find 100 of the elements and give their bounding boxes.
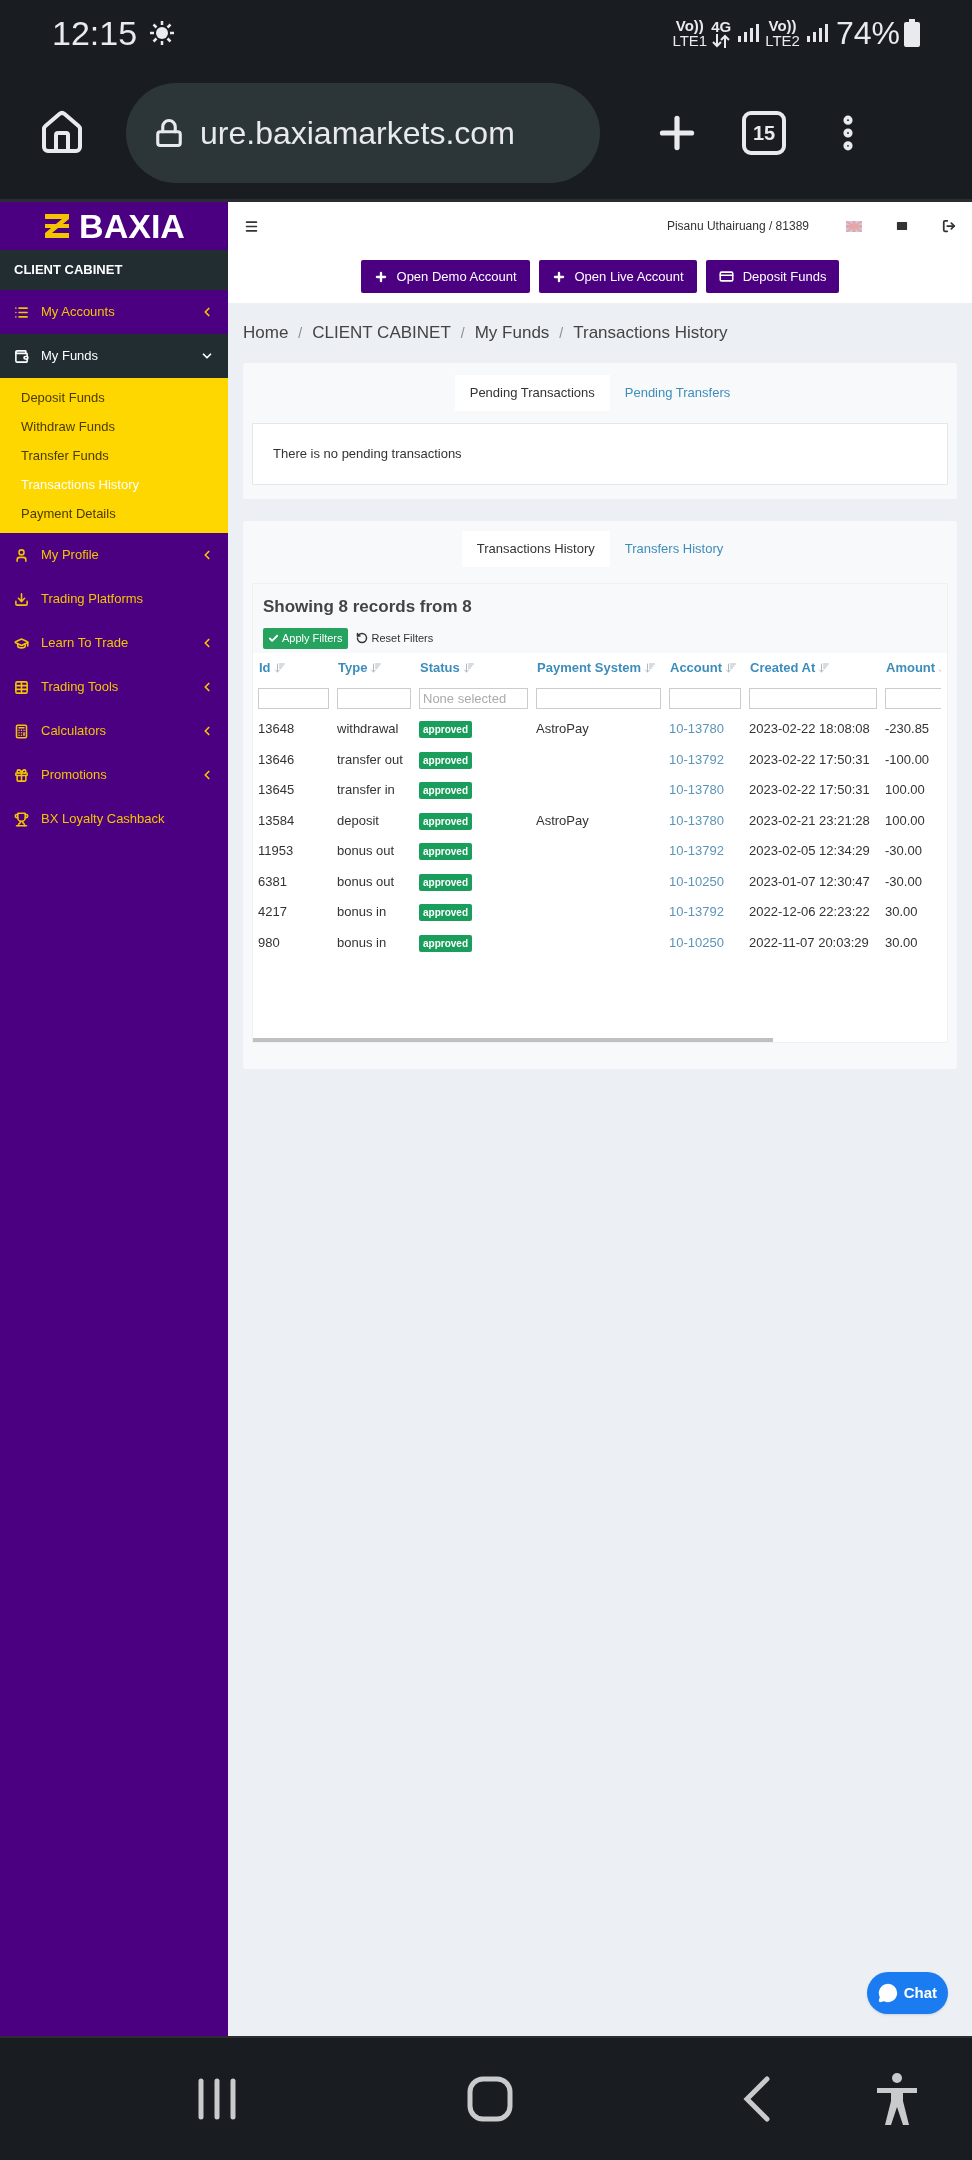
sidebar-item[interactable]: Calculators	[0, 709, 228, 753]
sort-icon[interactable]	[370, 662, 383, 674]
table-cell: transfer out	[337, 751, 403, 767]
table-cell: -30.00	[885, 873, 922, 889]
table-cell: 100.00	[885, 782, 925, 797]
sort-icon[interactable]	[273, 662, 286, 674]
check-icon	[268, 632, 279, 644]
table-cell: transfer in	[337, 782, 395, 797]
reset-icon	[355, 632, 368, 644]
sort-icon[interactable]	[725, 662, 737, 674]
table-cell: 6381	[258, 873, 287, 889]
table-cell: bonus out	[337, 843, 395, 858]
sidebar-item[interactable]: My Accounts	[0, 290, 228, 334]
table-cell: 11953	[258, 843, 294, 858]
action-button[interactable]: Deposit Funds	[705, 260, 840, 293]
menu-item-icon	[14, 348, 29, 364]
breadcrumb-item[interactable]: Home	[243, 320, 289, 346]
network-label: 4G	[711, 18, 732, 34]
breadcrumb-item[interactable]: My Funds	[474, 320, 550, 346]
filter-field[interactable]	[669, 688, 741, 709]
action-button[interactable]: Open Demo Account	[360, 260, 530, 293]
sort-icon[interactable]	[644, 662, 657, 674]
status-badge: approved	[419, 873, 472, 891]
filter-field[interactable]	[536, 688, 661, 709]
recent-apps-icon[interactable]	[197, 2077, 237, 2121]
sidebar-item[interactable]: Learn To Trade	[0, 621, 228, 665]
messenger-icon	[877, 1983, 898, 2003]
action-button[interactable]: Open Live Account	[538, 260, 697, 293]
filter-field[interactable]	[258, 688, 329, 709]
tab[interactable]: Transactions History	[461, 531, 610, 567]
scrollbar-thumb[interactable]	[253, 1037, 773, 1042]
table-cell: AstroPay	[536, 812, 589, 828]
menu-item-icon	[14, 591, 29, 607]
chat-button[interactable]: Chat	[866, 1972, 948, 2014]
records-summary: Showing 8 records from 8	[263, 596, 473, 618]
filter-field[interactable]	[337, 688, 411, 709]
column-header[interactable]: Status	[420, 658, 460, 678]
menu-item-icon	[14, 811, 29, 827]
filter-field[interactable]	[749, 688, 877, 709]
network-label: LTE1	[672, 33, 708, 48]
sidebar-item[interactable]: My Profile	[0, 533, 228, 577]
tab[interactable]: Pending Transfers	[609, 375, 746, 411]
battery-icon	[904, 19, 920, 47]
sort-icon[interactable]	[818, 662, 831, 674]
submenu-item[interactable]: Transfer Funds	[0, 441, 228, 470]
table-cell: bonus out	[337, 873, 395, 889]
home-button-icon[interactable]	[467, 2076, 513, 2122]
tab-count-button[interactable]: 15	[742, 110, 786, 155]
column-header[interactable]: Account	[670, 658, 722, 678]
column-header[interactable]: Payment System	[537, 658, 642, 678]
menu-item-icon	[14, 304, 29, 320]
clock: 12:15	[52, 12, 138, 54]
plus-icon	[551, 269, 566, 284]
table-cell: -30.00	[885, 843, 922, 858]
sidebar-item[interactable]: Promotions	[0, 753, 228, 797]
section-title: CLIENT CABINET	[14, 261, 123, 280]
table-cell: AstroPay	[536, 721, 589, 736]
network-label: Vo))	[675, 18, 704, 33]
status-badge: approved	[419, 782, 472, 799]
column-header[interactable]: Type	[338, 658, 368, 678]
status-badge: approved	[419, 721, 472, 738]
column-header[interactable]: Created At	[750, 658, 816, 678]
menu-item-icon	[14, 679, 29, 695]
column-header[interactable]: Amount	[886, 658, 936, 678]
sidebar-item[interactable]: My Funds	[0, 334, 228, 378]
table-cell: 13645	[258, 782, 295, 797]
table-cell: 980	[258, 934, 280, 950]
tab[interactable]: Transfers History	[609, 531, 739, 567]
tab[interactable]: Pending Transactions	[454, 375, 610, 411]
sidebar-item[interactable]: BX Loyalty Cashback	[0, 797, 228, 841]
breadcrumb-separator: /	[559, 323, 564, 343]
plus-icon	[373, 269, 388, 284]
table-cell: bonus in	[337, 934, 387, 950]
submenu-item[interactable]: Payment Details	[0, 499, 228, 528]
data-arrows-icon	[711, 33, 732, 48]
empty-message: There is no pending transactions	[273, 445, 462, 464]
table-cell: 2022-11-07 20:03:29	[749, 934, 869, 950]
sidebar-item[interactable]: Trading Platforms	[0, 577, 228, 621]
table-cell: 30.00	[885, 934, 918, 950]
flag-icon[interactable]	[846, 220, 862, 232]
logout-icon[interactable]	[942, 219, 956, 233]
menu-item-icon	[14, 635, 29, 651]
table-cell: 2023-01-07 12:30:47	[749, 873, 870, 889]
user-name[interactable]: Pisanu Uthairuang / 81389	[666, 217, 809, 235]
submenu-item[interactable]: Deposit Funds	[0, 383, 228, 412]
menu-icon[interactable]	[244, 218, 259, 234]
logo-text: BAXIA	[79, 209, 185, 243]
lock-icon	[154, 117, 184, 148]
submenu-item[interactable]: Withdraw Funds	[0, 412, 228, 441]
sun-icon	[149, 20, 176, 46]
address-bar[interactable]: ure.baxiamarkets.com	[126, 82, 600, 183]
reset-filters-button[interactable]: Reset Filters	[355, 629, 434, 647]
table-cell: 2023-02-22 18:08:08	[749, 721, 870, 736]
column-header[interactable]: Id	[259, 658, 271, 678]
sidebar-item[interactable]: Trading Tools	[0, 665, 228, 709]
back-icon[interactable]	[743, 2076, 771, 2122]
breadcrumb-item[interactable]: CLIENT CABINET	[312, 320, 451, 346]
table-cell: 4217	[258, 904, 287, 919]
sort-icon[interactable]	[462, 662, 475, 674]
accessibility-icon[interactable]	[875, 2072, 919, 2126]
